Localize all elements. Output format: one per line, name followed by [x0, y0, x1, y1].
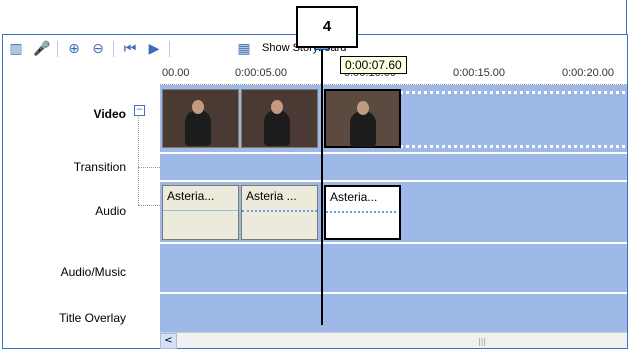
- toolbar-separator: [169, 41, 170, 57]
- top-bracket-decoration: [606, 0, 627, 35]
- track-label-audio: Audio: [95, 204, 126, 218]
- play-icon[interactable]: ▶: [145, 40, 163, 58]
- ruler-tick: 00.00: [162, 67, 190, 79]
- track-label-video: Video: [93, 107, 126, 121]
- audio-waveform: [242, 210, 317, 212]
- scroll-left-button[interactable]: <: [160, 333, 177, 349]
- person-silhouette: [350, 111, 376, 147]
- video-clip-selected[interactable]: [324, 89, 401, 148]
- toolbar-separator: [57, 41, 58, 57]
- scroll-grip-icon: |||: [478, 337, 487, 346]
- rewind-icon[interactable]: ⏮: [121, 40, 139, 58]
- audio-clip[interactable]: Asteria...: [162, 185, 239, 240]
- audio-waveform: [326, 211, 396, 213]
- video-clip[interactable]: [241, 89, 318, 148]
- audio-clip-label: Asteria...: [330, 190, 378, 204]
- transition-track[interactable]: [160, 154, 627, 180]
- set-audio-levels-icon[interactable]: ▥: [7, 40, 25, 58]
- timeline-panel: ▥ 🎤 ⊕ ⊖ ⏮ ▶ ▦ Show Storyboard 00.00 0:00…: [2, 34, 628, 349]
- tree-connector: [138, 167, 160, 168]
- ruler-tick: 0:00:05.00: [235, 67, 287, 79]
- ruler-tick: 0:00:20.00: [562, 67, 614, 79]
- person-silhouette: [185, 110, 211, 146]
- audio-music-track[interactable]: [160, 244, 627, 292]
- person-face: [271, 100, 283, 114]
- video-clip[interactable]: [162, 89, 239, 148]
- person-face: [192, 100, 204, 114]
- audio-clip-selected[interactable]: Asteria...: [324, 185, 401, 240]
- narrate-microphone-icon[interactable]: 🎤: [33, 40, 51, 58]
- audio-clip-label: Asteria...: [167, 189, 215, 203]
- track-label-title-overlay: Title Overlay: [59, 311, 126, 325]
- callout-number-badge: 4: [296, 6, 358, 48]
- ruler-tick: 0:00:15.00: [453, 67, 505, 79]
- horizontal-scrollbar[interactable]: < |||: [160, 332, 627, 349]
- audio-track[interactable]: Asteria... Asteria ... Asteria...: [160, 182, 627, 242]
- audio-waveform: [163, 210, 238, 211]
- title-overlay-track[interactable]: [160, 294, 627, 332]
- person-face: [357, 101, 369, 115]
- storyboard-icon[interactable]: ▦: [235, 40, 253, 58]
- video-track[interactable]: [160, 85, 627, 152]
- track-label-transition: Transition: [73, 160, 126, 174]
- tree-connector: [138, 205, 160, 206]
- track-label-audio-music: Audio/Music: [60, 265, 126, 279]
- person-silhouette: [264, 110, 290, 146]
- zoom-out-icon[interactable]: ⊖: [89, 40, 107, 58]
- track-labels: Video − Transition Audio Audio/Music Tit…: [3, 85, 160, 348]
- playhead-time-tooltip: 0:00:07.60: [340, 56, 407, 74]
- video-track-edge: [400, 145, 625, 151]
- audio-clip-label: Asteria ...: [246, 189, 297, 203]
- video-track-edge: [400, 91, 625, 97]
- playhead-line[interactable]: [321, 50, 323, 325]
- tree-connector: [138, 115, 140, 205]
- toolbar-separator: [113, 41, 114, 57]
- zoom-in-icon[interactable]: ⊕: [65, 40, 83, 58]
- audio-clip[interactable]: Asteria ...: [241, 185, 318, 240]
